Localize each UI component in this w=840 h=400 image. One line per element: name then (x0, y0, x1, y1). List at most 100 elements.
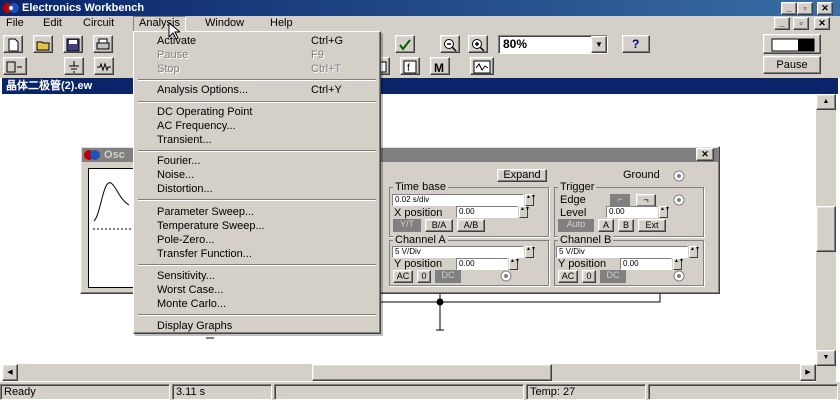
channel-a-scale-spinner[interactable]: ▲▼ (525, 246, 536, 258)
x-position-field[interactable]: 0.00 (456, 206, 518, 218)
svg-text:f: f (407, 63, 410, 74)
zoom-select[interactable]: 80% ▼ (498, 35, 608, 54)
miscellaneous-button[interactable]: M (430, 57, 450, 75)
yt-mode-button[interactable]: Y/T (393, 219, 421, 232)
trigger-terminal-icon[interactable] (673, 194, 685, 206)
ba-mode-button[interactable]: B/A (425, 219, 453, 232)
menu-separator (138, 199, 376, 201)
auto-trigger-button[interactable]: Auto (558, 219, 594, 232)
menu-item-ac-frequency[interactable]: AC Frequency... (134, 119, 380, 133)
menu-item-fourier[interactable]: Fourier... (134, 154, 380, 168)
menu-item-temperature-sweep[interactable]: Temperature Sweep... (134, 219, 380, 233)
child-restore-button[interactable]: ▫ (793, 17, 809, 30)
menu-edit[interactable]: Edit (38, 16, 67, 32)
channel-a-zero-button[interactable]: 0 (417, 270, 431, 283)
menu-item-dc-operating-point[interactable]: DC Operating Point (134, 105, 380, 119)
circuit-wire (370, 290, 661, 331)
menu-item-sensitivity[interactable]: Sensitivity... (134, 269, 380, 283)
channel-b-terminal-icon[interactable] (673, 270, 685, 282)
channel-a-dc-button[interactable]: DC (435, 270, 461, 283)
pause-button[interactable]: Pause (763, 56, 821, 74)
save-button[interactable] (63, 35, 83, 53)
menu-item-monte-carlo[interactable]: Monte Carlo... (134, 297, 380, 311)
oscilloscope-instrument-button[interactable] (470, 57, 494, 75)
channel-b-ypos-spinner[interactable]: ▲▼ (673, 258, 684, 270)
close-button[interactable]: ✕ (817, 2, 833, 15)
resistor-part-button[interactable] (94, 57, 114, 75)
horizontal-scrollbar-thumb[interactable] (312, 364, 552, 381)
channel-a-ypos-field[interactable]: 0.00 (456, 258, 508, 270)
trigger-b-button[interactable]: B (618, 219, 634, 232)
menu-help[interactable]: Help (265, 16, 298, 32)
menu-item-transfer-function[interactable]: Transfer Function... (134, 247, 380, 261)
timebase-field[interactable]: 0.02 s/div (392, 194, 524, 206)
channel-b-dc-button[interactable]: DC (600, 270, 626, 283)
level-field[interactable]: 0.00 (606, 206, 658, 218)
horizontal-scrollbar[interactable]: ◀ ▶ (2, 364, 816, 381)
menu-window[interactable]: Window (200, 16, 249, 32)
restore-button[interactable]: ▫ (797, 2, 813, 15)
level-spinner[interactable]: ▲▼ (659, 206, 670, 218)
parts-bin-button[interactable] (3, 57, 27, 75)
vertical-scrollbar[interactable]: ▲ ▼ (816, 94, 836, 382)
scroll-down-arrow-icon[interactable]: ▼ (816, 350, 836, 366)
channel-b-ac-button[interactable]: AC (558, 270, 578, 283)
ab-mode-button[interactable]: A/B (457, 219, 485, 232)
function-generator-button[interactable]: f (400, 57, 420, 75)
waveform-trace (93, 182, 133, 230)
channel-b-zero-button[interactable]: 0 (582, 270, 596, 283)
menu-item-parameter-sweep[interactable]: Parameter Sweep... (134, 205, 380, 219)
oscilloscope-close-button[interactable]: ✕ (696, 148, 714, 161)
channel-a-terminal-icon[interactable] (500, 270, 512, 282)
trigger-a-button[interactable]: A (598, 219, 614, 232)
channel-a-ypos-spinner[interactable]: ▲▼ (509, 258, 520, 270)
channel-b-ypos-field[interactable]: 0.00 (620, 258, 672, 270)
new-button[interactable] (3, 35, 23, 53)
menu-file[interactable]: File (1, 16, 29, 32)
zoom-in-button[interactable] (468, 35, 488, 53)
timebase-spinner[interactable]: ▲▼ (525, 194, 536, 206)
scroll-right-arrow-icon[interactable]: ▶ (800, 364, 816, 381)
channel-b-scale-spinner[interactable]: ▲▼ (689, 246, 700, 258)
help-button[interactable]: ? (622, 35, 650, 53)
menu-circuit[interactable]: Circuit (78, 16, 119, 32)
channel-a-ac-button[interactable]: AC (393, 270, 413, 283)
zoom-out-button[interactable] (440, 35, 460, 53)
scroll-left-arrow-icon[interactable]: ◀ (2, 364, 18, 381)
print-button[interactable] (93, 35, 113, 53)
ground-part-button[interactable] (64, 57, 84, 75)
status-text: Ready (0, 384, 170, 400)
ground-terminal-icon[interactable] (673, 170, 685, 182)
new-file-icon (8, 38, 19, 52)
open-button[interactable] (33, 35, 53, 53)
expand-button[interactable]: Expand (497, 169, 547, 182)
menu-item-display-graphs[interactable]: Display Graphs (134, 319, 380, 333)
power-switch[interactable] (763, 34, 821, 54)
check-button[interactable] (395, 35, 415, 53)
mouse-cursor-icon (168, 22, 180, 40)
menu-item-worst-case[interactable]: Worst Case... (134, 283, 380, 297)
scrollbar-thumb[interactable] (816, 206, 836, 252)
function-generator-icon: f (403, 60, 417, 74)
menu-item-pole-zero[interactable]: Pole-Zero... (134, 233, 380, 247)
floppy-icon (66, 38, 80, 52)
menu-item-transient[interactable]: Transient... (134, 133, 380, 147)
zoom-value: 80% (503, 37, 528, 51)
channel-a-scale-field[interactable]: 5 V/Div (392, 246, 524, 258)
channel-b-label: Channel B (558, 234, 614, 246)
menu-item-analysis-options[interactable]: Analysis Options... Ctrl+Y (134, 83, 380, 97)
scroll-up-arrow-icon[interactable]: ▲ (816, 94, 836, 110)
menu-separator (138, 79, 376, 81)
child-minimize-button[interactable]: _ (774, 17, 790, 30)
chevron-down-icon[interactable]: ▼ (591, 36, 607, 53)
minimize-button[interactable]: _ (781, 2, 797, 15)
level-label: Level (560, 207, 587, 219)
child-close-button[interactable]: ✕ (814, 17, 830, 30)
app-title: Electronics Workbench (22, 2, 145, 14)
x-position-spinner[interactable]: ▲▼ (519, 206, 530, 218)
trigger-ext-button[interactable]: Ext (638, 219, 666, 232)
oscilloscope-icon (473, 60, 491, 74)
menu-item-noise[interactable]: Noise... (134, 168, 380, 182)
menu-item-distortion[interactable]: Distortion... (134, 182, 380, 196)
channel-b-scale-field[interactable]: 5 V/Div (556, 246, 688, 258)
